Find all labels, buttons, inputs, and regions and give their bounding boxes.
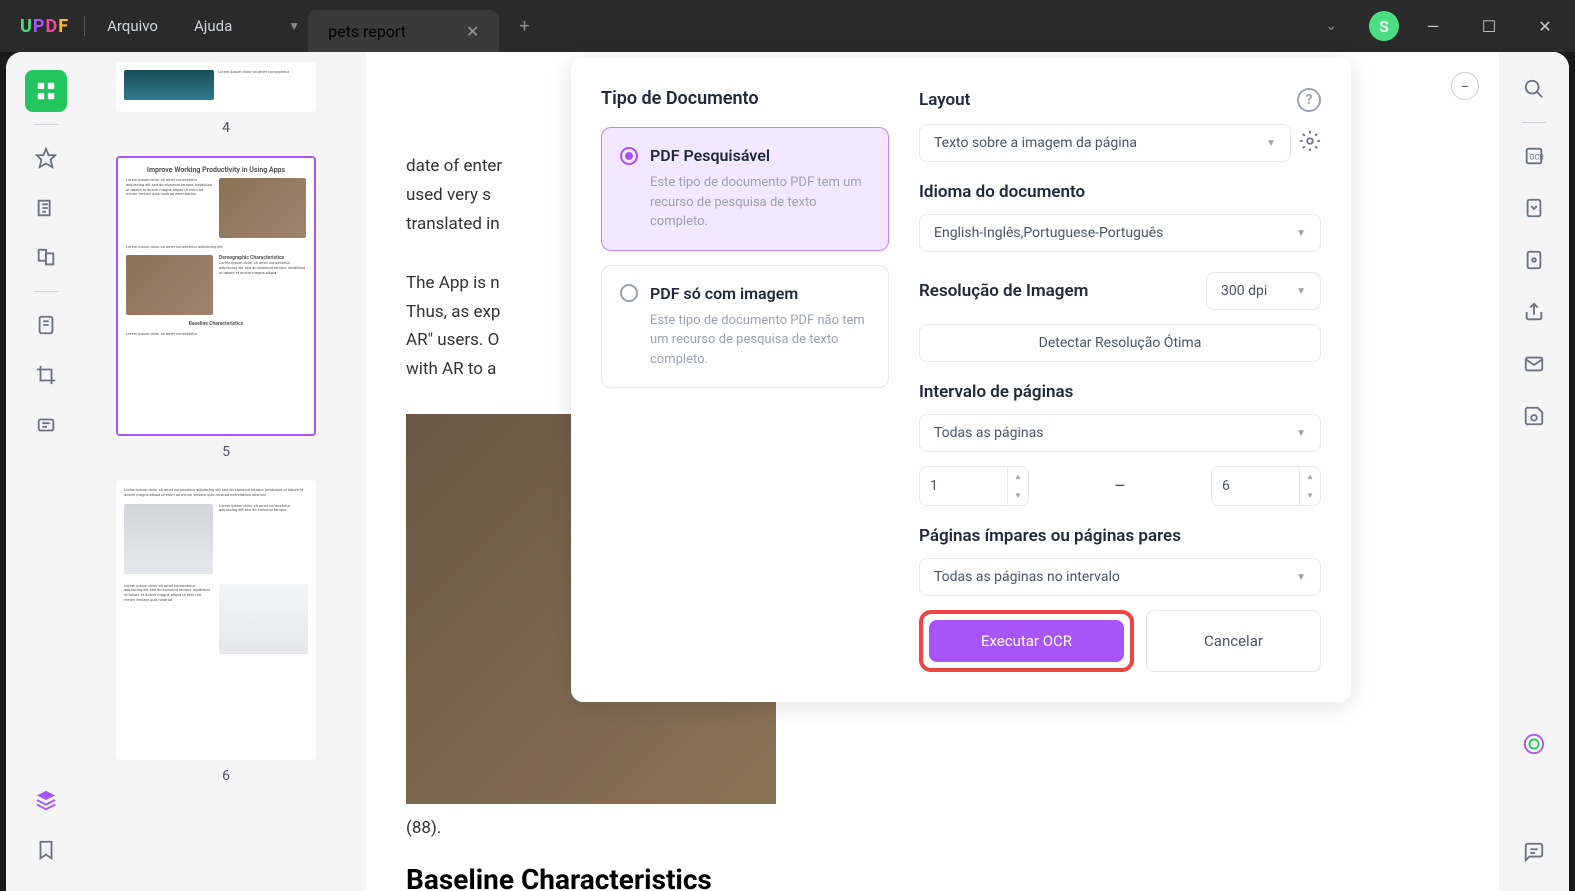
protect-icon[interactable] (1515, 241, 1553, 279)
layout-label: Layout (919, 90, 970, 110)
thumb-label: 5 (116, 444, 336, 460)
language-label: Idioma do documento (919, 182, 1321, 202)
ocr-panel: Tipo de Documento PDF Pesquisável Este t… (571, 58, 1351, 702)
detect-resolution-button[interactable]: Detectar Resolução Ótima (919, 324, 1321, 362)
page-from-field[interactable] (920, 467, 1007, 505)
thumb-label: 4 (116, 120, 336, 136)
edit-tool-icon[interactable] (25, 187, 67, 229)
menu-arquivo[interactable]: Arquivo (89, 17, 176, 35)
form-tool-icon[interactable] (25, 304, 67, 346)
thumbnail-page-4[interactable]: Lorem ipsum dolor sit amet consectetur 4 (116, 62, 336, 136)
app-logo: UPDF (8, 16, 80, 37)
user-avatar[interactable]: S (1369, 11, 1399, 41)
close-window-icon[interactable]: ✕ (1523, 10, 1567, 42)
chevron-down-icon: ▼ (1296, 228, 1306, 239)
spinner-up-icon[interactable]: ▲ (1008, 467, 1028, 486)
right-toolbar: OCR (1499, 52, 1569, 891)
ai-assistant-icon[interactable] (1523, 733, 1545, 759)
convert-icon[interactable] (1515, 189, 1553, 227)
page-tool-icon[interactable] (25, 237, 67, 279)
execute-ocr-button[interactable]: Executar OCR (929, 620, 1124, 662)
radio-icon (620, 284, 638, 302)
titlebar: UPDF Arquivo Ajuda ▼ pets report ✕ + ⌄ S… (0, 0, 1575, 52)
redact-tool-icon[interactable] (25, 404, 67, 446)
gear-icon[interactable] (1299, 130, 1321, 156)
document-tab[interactable]: pets report ✕ (308, 10, 499, 52)
tab-title: pets report (328, 22, 406, 41)
svg-text:OCR: OCR (1529, 153, 1544, 162)
highlight-execute: Executar OCR (919, 610, 1134, 672)
help-icon[interactable]: ? (1297, 88, 1321, 112)
menu-ajuda[interactable]: Ajuda (176, 17, 250, 35)
ocr-icon[interactable]: OCR (1515, 137, 1553, 175)
cancel-button[interactable]: Cancelar (1146, 610, 1321, 672)
thumbnail-page-6[interactable]: Lorem ipsum dolor sit amet consectetur a… (116, 480, 336, 784)
add-tab-icon[interactable]: + (499, 16, 549, 37)
doc-heading: Baseline Characteristics (406, 863, 1459, 891)
chevron-down-icon: ▼ (1296, 572, 1306, 583)
language-select[interactable]: English-Inglês,Portuguese-Português ▼ (919, 214, 1321, 252)
left-toolbar (6, 52, 86, 891)
chevron-down-icon: ▼ (1266, 138, 1276, 149)
chevron-down-icon: ▼ (1296, 428, 1306, 439)
share-icon[interactable] (1515, 293, 1553, 331)
thumbnails-tool-icon[interactable] (25, 70, 67, 112)
doc-type-searchable[interactable]: PDF Pesquisável Este tipo de documento P… (601, 127, 889, 251)
zoom-out-icon[interactable]: − (1451, 72, 1479, 100)
page-range-label: Intervalo de páginas (919, 382, 1321, 402)
radio-icon (620, 147, 638, 165)
save-icon[interactable] (1515, 397, 1553, 435)
page-range-select[interactable]: Todas as páginas ▼ (919, 414, 1321, 452)
page-from-stepper[interactable]: ▲▼ (919, 466, 1029, 506)
chevron-down-icon[interactable]: ⌄ (1305, 18, 1357, 34)
thumbnail-panel: Lorem ipsum dolor sit amet consectetur 4… (86, 52, 366, 891)
thumb-label: 6 (116, 768, 336, 784)
maximize-icon[interactable]: ☐ (1467, 10, 1511, 42)
odd-even-label: Páginas ímpares ou páginas pares (919, 526, 1321, 546)
spinner-down-icon[interactable]: ▼ (1008, 486, 1028, 505)
email-icon[interactable] (1515, 345, 1553, 383)
search-icon[interactable] (1515, 70, 1553, 108)
minimize-icon[interactable]: — (1411, 10, 1455, 42)
spinner-up-icon[interactable]: ▲ (1300, 467, 1320, 486)
highlight-tool-icon[interactable] (25, 137, 67, 179)
crop-tool-icon[interactable] (25, 354, 67, 396)
tab-dropdown-icon[interactable]: ▼ (280, 19, 308, 33)
bookmark-tool-icon[interactable] (25, 829, 67, 871)
page-to-stepper[interactable]: ▲▼ (1211, 466, 1321, 506)
layout-select[interactable]: Texto sobre a imagem da página ▼ (919, 124, 1291, 162)
odd-even-select[interactable]: Todas as páginas no intervalo ▼ (919, 558, 1321, 596)
doc-type-title: Tipo de Documento (601, 88, 889, 109)
spinner-down-icon[interactable]: ▼ (1300, 486, 1320, 505)
comment-icon[interactable] (1515, 833, 1553, 871)
resolution-select[interactable]: 300 dpi ▼ (1206, 272, 1321, 310)
doc-type-image-only[interactable]: PDF só com imagem Este tipo de documento… (601, 265, 889, 389)
doc-text: (88). (406, 814, 1459, 843)
page-to-field[interactable] (1212, 467, 1299, 505)
chevron-down-icon: ▼ (1296, 286, 1306, 297)
thumbnail-page-5[interactable]: Improve Working Productivity in Using Ap… (116, 156, 336, 460)
resolution-label: Resolução de Imagem (919, 281, 1194, 301)
tab-close-icon[interactable]: ✕ (466, 22, 479, 41)
page-dash: – (1029, 476, 1211, 497)
layers-tool-icon[interactable] (25, 779, 67, 821)
